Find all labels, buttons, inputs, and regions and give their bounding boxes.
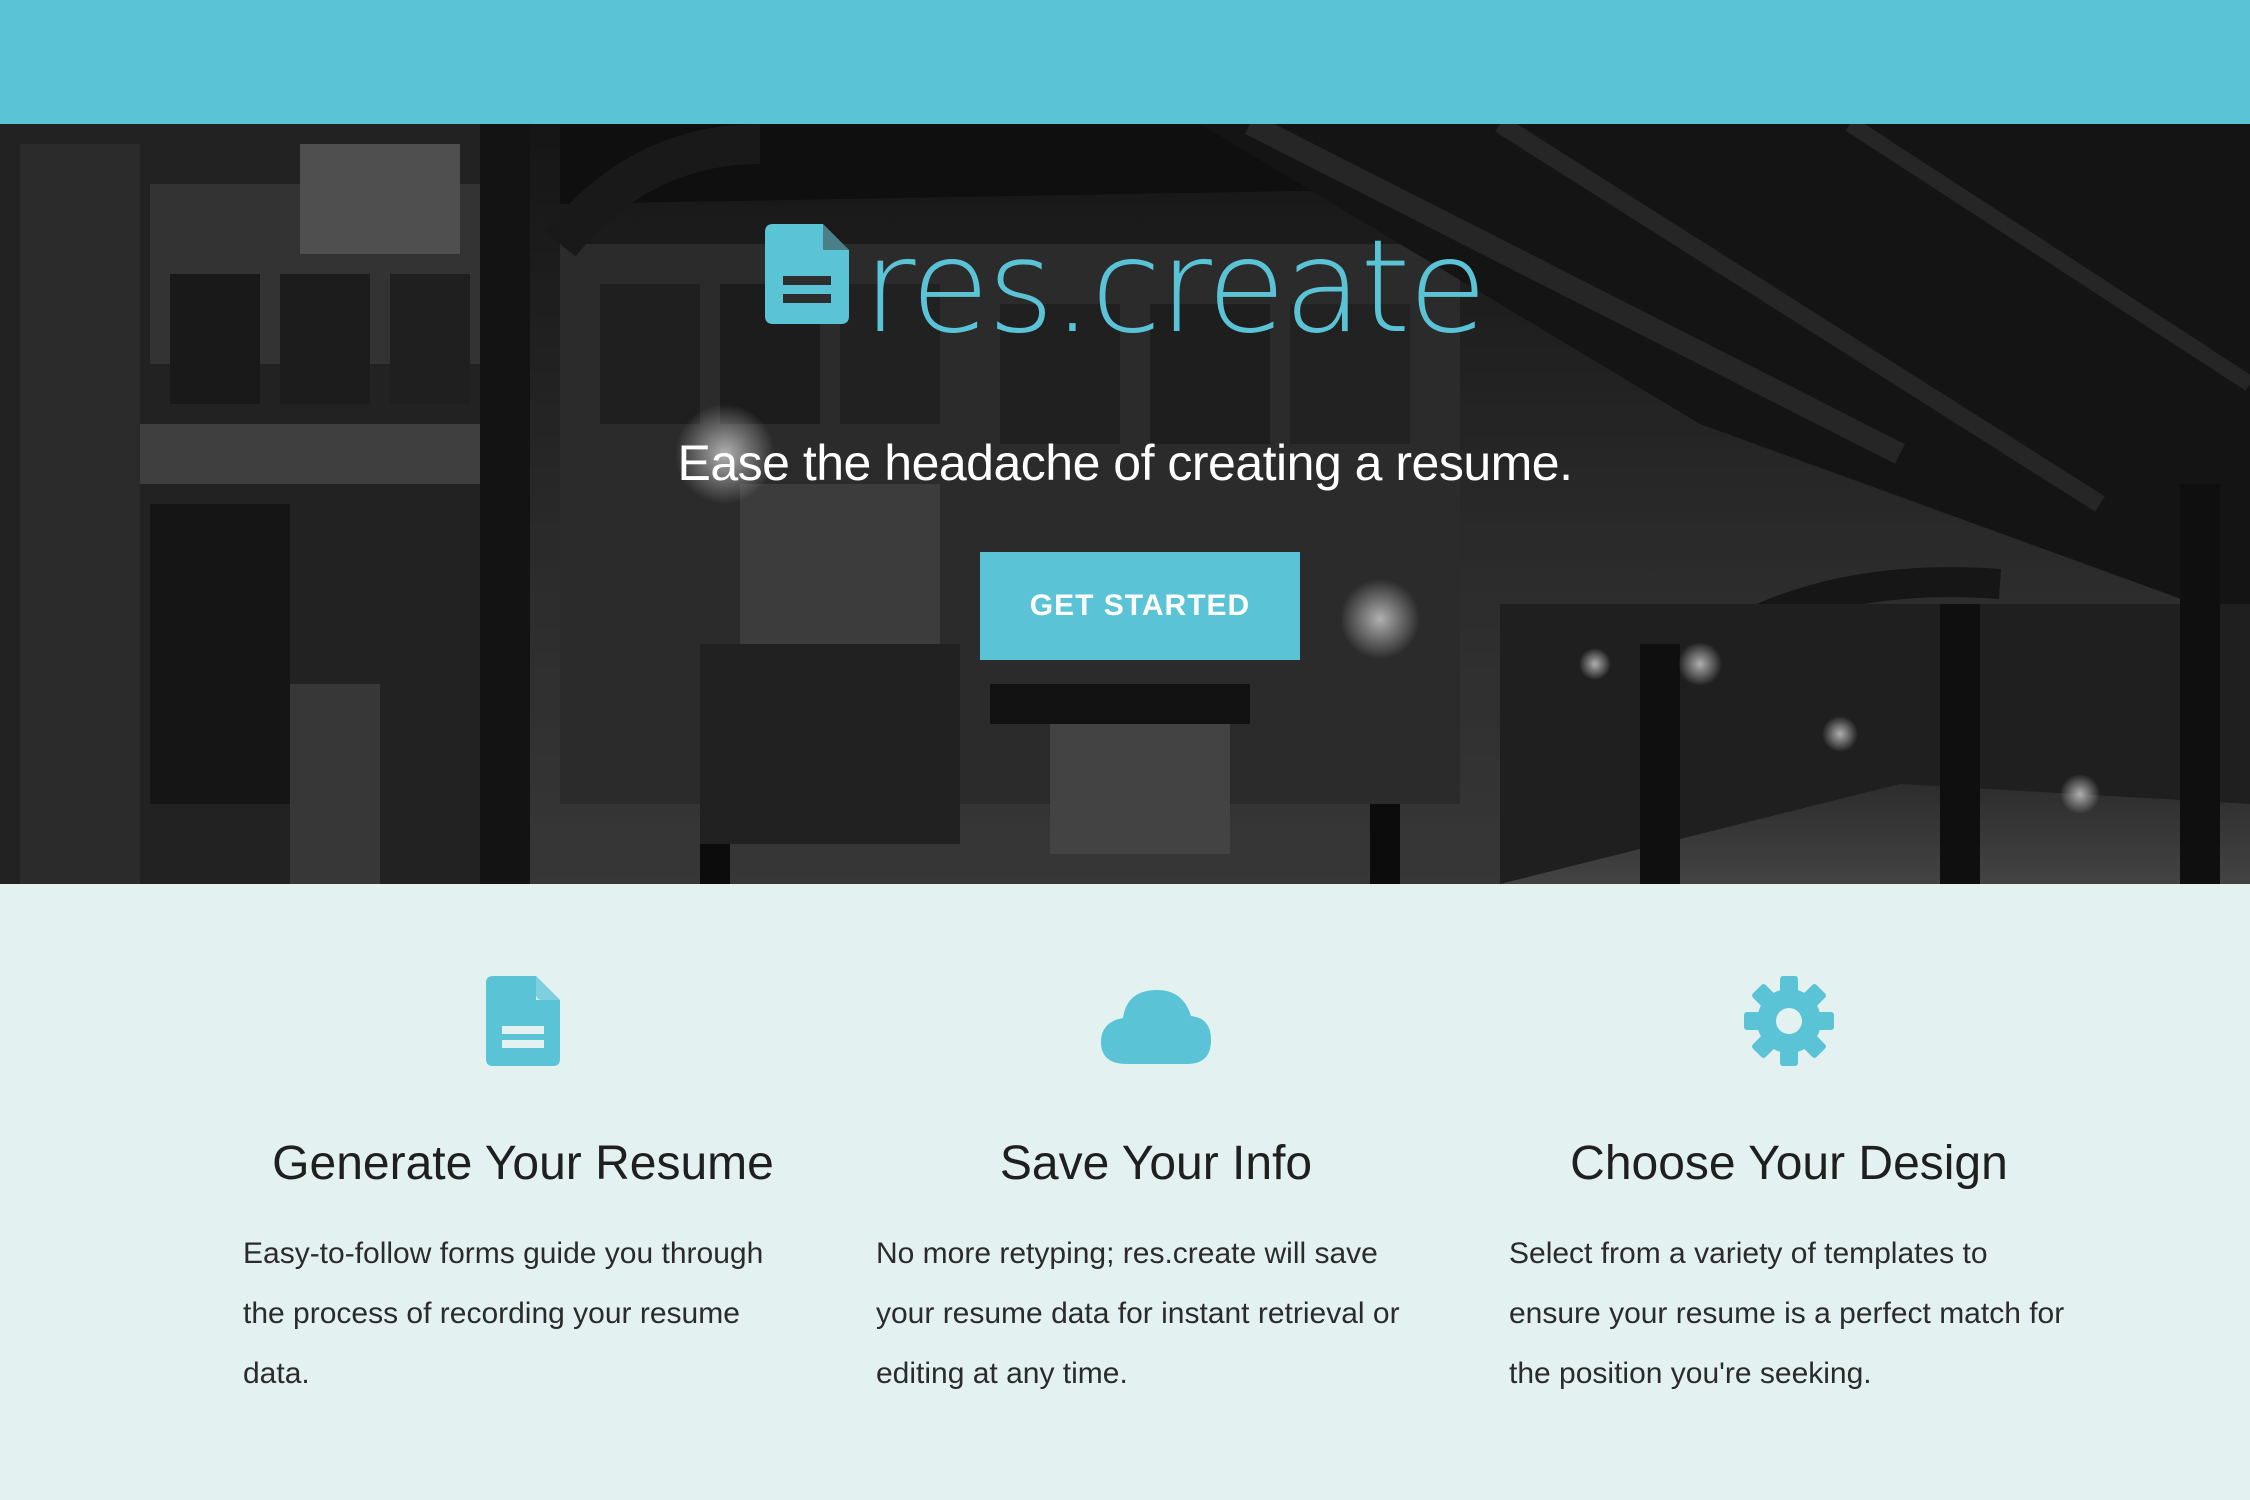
brand-name: res.create (862, 213, 1487, 362)
feature-title: Generate Your Resume (272, 1137, 774, 1190)
get-started-button[interactable]: GET STARTED (980, 552, 1300, 660)
hero-tagline: Ease the headache of creating a resume. (677, 435, 1573, 491)
hero-section: res.create Ease the headache of creating… (0, 124, 2250, 884)
feature-title: Choose Your Design (1570, 1137, 2008, 1190)
top-nav-bar (0, 0, 2250, 124)
feature-title: Save Your Info (999, 1137, 1313, 1190)
document-icon (486, 976, 560, 1066)
cloud-icon (1101, 990, 1211, 1064)
feature-description: Select from a variety of templates to en… (1509, 1237, 2065, 1390)
document-icon (764, 224, 849, 324)
feature-description: Easy-to-follow forms guide you through t… (243, 1237, 764, 1390)
gear-icon (1744, 976, 1834, 1066)
brand-logo: res.create (0, 224, 2250, 352)
feature-description: No more retyping; res.create will save y… (876, 1237, 1400, 1390)
features-section: Generate Your Resume Easy-to-follow form… (0, 884, 2250, 1500)
